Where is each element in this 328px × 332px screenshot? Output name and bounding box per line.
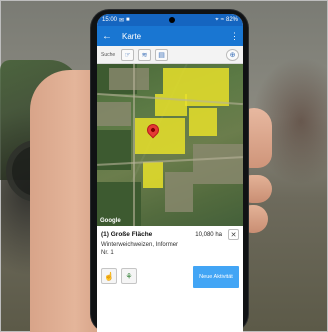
field-title: (1) Große Fläche — [101, 231, 153, 238]
location-icon: ⌖ — [215, 16, 219, 23]
close-button[interactable]: ✕ — [228, 229, 239, 240]
arrow-left-icon[interactable]: ← — [102, 31, 114, 42]
crosshair-icon: ⊕ — [229, 51, 236, 59]
filter-button[interactable]: ☞ — [121, 48, 134, 61]
selected-field[interactable] — [135, 118, 185, 154]
notification-icon: ■ — [126, 17, 130, 23]
field-parcel[interactable] — [97, 102, 131, 126]
field-info-panel: (1) Große Fläche 10,080 ha ✕ Winterweich… — [97, 226, 243, 332]
field-area: 10,080 ha — [195, 231, 222, 238]
field-parcel[interactable] — [193, 144, 243, 184]
app-bar: ← Karte ⋮ — [97, 26, 243, 46]
more-vert-icon[interactable]: ⋮ — [230, 31, 239, 42]
status-time: 15:00 — [102, 17, 118, 23]
list-button[interactable]: ▤ — [155, 48, 168, 61]
field-crop: Winterweichweizen, Informer — [101, 242, 179, 248]
field-parcel-highlighted[interactable] — [143, 162, 163, 188]
plant-icon: ⚘ — [125, 271, 133, 281]
road — [133, 64, 135, 226]
layers-icon: ≋ — [141, 51, 148, 59]
layers-button[interactable]: ≋ — [138, 48, 151, 61]
map-toolbar: Suche ☞ ≋ ▤ ⊕ — [97, 46, 243, 64]
field-parcel[interactable] — [165, 172, 193, 212]
close-icon: ✕ — [230, 231, 237, 239]
field-parcel-highlighted[interactable] — [189, 108, 217, 136]
field-parcel[interactable] — [109, 68, 149, 90]
new-activity-button[interactable]: Neue Aktivität — [193, 266, 239, 288]
wifi-icon: ≈ — [220, 17, 224, 23]
search-label[interactable]: Suche — [101, 52, 117, 58]
field-actions: ☝ ⚘ — [101, 268, 137, 284]
google-logo: Google — [100, 218, 121, 224]
phone-screen: 15:00 ✉ ■ ⌖ ≈ 82% ← Karte ⋮ Suche ☞ ≋ ▤ … — [97, 14, 243, 332]
field-number: Nr. 1 — [101, 250, 114, 256]
field-parcel-highlighted[interactable] — [163, 68, 229, 94]
crop-button[interactable]: ⚘ — [121, 268, 137, 284]
front-camera — [169, 17, 176, 23]
hand-pointer-icon: ☝ — [104, 271, 114, 281]
status-bar: 15:00 ✉ ■ ⌖ ≈ 82% — [97, 14, 243, 26]
hand-pointer-icon: ☞ — [124, 51, 131, 59]
touch-button[interactable]: ☝ — [101, 268, 117, 284]
battery-level: 82% — [225, 17, 238, 23]
page-title: Karte — [122, 31, 142, 41]
notification-icon: ✉ — [119, 17, 125, 24]
my-location-button[interactable]: ⊕ — [226, 48, 239, 61]
list-icon: ▤ — [158, 51, 165, 59]
map-view[interactable]: Google — [97, 64, 243, 226]
